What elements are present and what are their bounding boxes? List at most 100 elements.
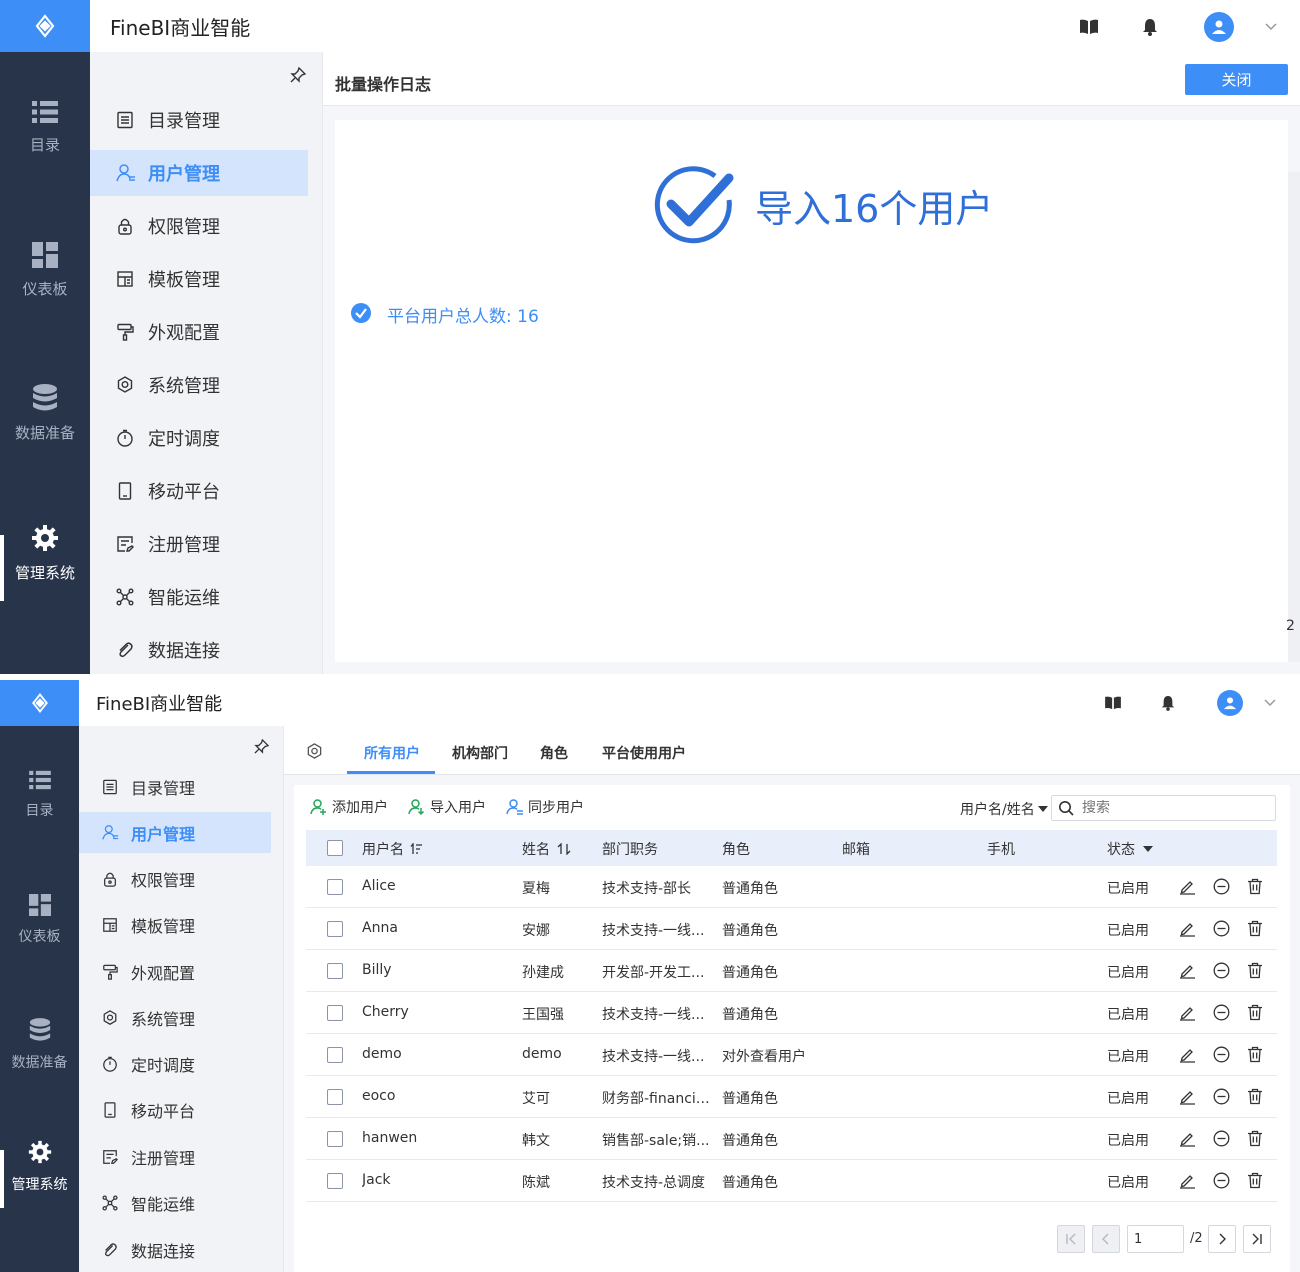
menu-item-ops[interactable]: 智能运维 — [79, 1184, 271, 1222]
tab-roles[interactable]: 角色 — [540, 743, 568, 763]
menu-item-users[interactable]: 用户管理 — [90, 150, 308, 196]
rail-item-catalog[interactable]: 目录 — [0, 770, 79, 820]
edit-icon[interactable] — [1179, 1172, 1196, 1189]
bell-icon[interactable] — [1142, 18, 1158, 36]
col-status[interactable]: 状态 — [1107, 839, 1153, 859]
search-field-selector[interactable]: 用户名/姓名 — [960, 799, 1048, 819]
disable-icon[interactable] — [1213, 878, 1230, 895]
rail-item-admin[interactable]: 管理系统 — [0, 1140, 79, 1194]
menu-item-data-connection[interactable]: 数据连接 — [90, 628, 308, 672]
logo[interactable] — [0, 680, 79, 726]
menu-item-mobile[interactable]: 移动平台 — [79, 1091, 271, 1129]
book-icon[interactable] — [1105, 696, 1121, 710]
search-input[interactable] — [1082, 800, 1262, 816]
table-row[interactable]: eoco 艾可 财务部-financial... 普通角色 已启用 — [306, 1076, 1277, 1118]
delete-icon[interactable] — [1247, 1046, 1263, 1063]
edit-icon[interactable] — [1179, 1088, 1196, 1105]
tab-platform-users[interactable]: 平台使用用户 — [602, 743, 686, 763]
menu-item-system[interactable]: 系统管理 — [90, 363, 308, 407]
menu-item-appearance[interactable]: 外观配置 — [90, 310, 308, 354]
row-checkbox[interactable] — [327, 1005, 343, 1021]
menu-item-scheduling[interactable]: 定时调度 — [90, 416, 308, 460]
menu-item-mobile[interactable]: 移动平台 — [90, 469, 308, 513]
row-checkbox[interactable] — [327, 921, 343, 937]
rail-item-dashboard[interactable]: 仪表板 — [0, 242, 90, 299]
table-row[interactable]: Jack 陈斌 技术支持-总调度 普通角色 已启用 — [306, 1160, 1277, 1202]
menu-item-registration[interactable]: 注册管理 — [79, 1138, 271, 1176]
table-row[interactable]: hanwen 韩文 销售部-sale;销... 普通角色 已启用 — [306, 1118, 1277, 1160]
rail-item-catalog[interactable]: 目录 — [0, 100, 90, 155]
table-row[interactable]: Alice 夏梅 技术支持-部长 普通角色 已启用 — [306, 866, 1277, 908]
pin-icon[interactable] — [290, 67, 306, 83]
row-checkbox[interactable] — [327, 1173, 343, 1189]
select-all-checkbox[interactable] — [327, 840, 343, 856]
menu-item-permissions[interactable]: 权限管理 — [79, 860, 271, 898]
sync-user-button[interactable]: 同步用户 — [506, 797, 584, 817]
disable-icon[interactable] — [1213, 1172, 1230, 1189]
tab-all-users[interactable]: 所有用户 — [364, 743, 420, 763]
menu-item-system[interactable]: 系统管理 — [79, 999, 271, 1037]
tab-departments[interactable]: 机构部门 — [452, 743, 508, 763]
chevron-down-icon[interactable] — [1264, 22, 1278, 32]
logo[interactable] — [0, 0, 90, 52]
disable-icon[interactable] — [1213, 1088, 1230, 1105]
rail-item-dashboard[interactable]: 仪表板 — [0, 894, 79, 946]
menu-item-ops[interactable]: 智能运维 — [90, 575, 308, 619]
avatar[interactable] — [1217, 690, 1243, 716]
book-icon[interactable] — [1080, 19, 1098, 35]
last-page-button[interactable] — [1243, 1225, 1271, 1253]
row-checkbox[interactable] — [327, 1089, 343, 1105]
first-page-button[interactable] — [1057, 1225, 1085, 1253]
edit-icon[interactable] — [1179, 1046, 1196, 1063]
delete-icon[interactable] — [1247, 920, 1263, 937]
menu-item-templates[interactable]: 模板管理 — [90, 257, 308, 301]
delete-icon[interactable] — [1247, 1004, 1263, 1021]
table-row[interactable]: demo demo 技术支持-一线... 对外查看用户 已启用 — [306, 1034, 1277, 1076]
prev-page-button[interactable] — [1092, 1225, 1120, 1253]
edit-icon[interactable] — [1179, 878, 1196, 895]
delete-icon[interactable] — [1247, 1088, 1263, 1105]
menu-item-permissions[interactable]: 权限管理 — [90, 204, 308, 248]
disable-icon[interactable] — [1213, 1046, 1230, 1063]
next-page-button[interactable] — [1208, 1225, 1236, 1253]
menu-item-appearance[interactable]: 外观配置 — [79, 953, 271, 991]
rail-item-data-prep[interactable]: 数据准备 — [0, 1018, 79, 1072]
menu-item-catalog[interactable]: 目录管理 — [90, 98, 308, 142]
table-row[interactable]: Billy 孙建成 开发部-开发工... 普通角色 已启用 — [306, 950, 1277, 992]
table-row[interactable]: Anna 安娜 技术支持-一线... 普通角色 已启用 — [306, 908, 1277, 950]
row-checkbox[interactable] — [327, 879, 343, 895]
delete-icon[interactable] — [1247, 1130, 1263, 1147]
pin-icon[interactable] — [254, 739, 269, 754]
settings-icon[interactable] — [306, 743, 323, 760]
menu-item-catalog[interactable]: 目录管理 — [79, 768, 271, 806]
rail-item-data-prep[interactable]: 数据准备 — [0, 384, 90, 443]
row-checkbox[interactable] — [327, 963, 343, 979]
edit-icon[interactable] — [1179, 920, 1196, 937]
col-name[interactable]: 姓名 — [522, 839, 571, 859]
disable-icon[interactable] — [1213, 1004, 1230, 1021]
avatar[interactable] — [1204, 12, 1234, 42]
rail-item-admin[interactable]: 管理系统 — [0, 524, 90, 583]
disable-icon[interactable] — [1213, 1130, 1230, 1147]
col-username[interactable]: 用户名 — [362, 839, 423, 859]
disable-icon[interactable] — [1213, 920, 1230, 937]
add-user-button[interactable]: 添加用户 — [310, 797, 388, 817]
menu-item-users[interactable]: 用户管理 — [79, 812, 271, 853]
edit-icon[interactable] — [1179, 1130, 1196, 1147]
edit-icon[interactable] — [1179, 1004, 1196, 1021]
page-number-input[interactable]: 1 — [1127, 1225, 1184, 1253]
bell-icon[interactable] — [1161, 695, 1175, 711]
menu-item-registration[interactable]: 注册管理 — [90, 522, 308, 566]
edit-icon[interactable] — [1179, 962, 1196, 979]
delete-icon[interactable] — [1247, 1172, 1263, 1189]
disable-icon[interactable] — [1213, 962, 1230, 979]
delete-icon[interactable] — [1247, 962, 1263, 979]
menu-item-scheduling[interactable]: 定时调度 — [79, 1045, 271, 1083]
table-row[interactable]: Cherry 王国强 技术支持-一线... 普通角色 已启用 — [306, 992, 1277, 1034]
menu-item-data-connection[interactable]: 数据连接 — [79, 1231, 271, 1269]
menu-item-templates[interactable]: 模板管理 — [79, 906, 271, 944]
close-button[interactable]: 关闭 — [1185, 64, 1288, 95]
row-checkbox[interactable] — [327, 1047, 343, 1063]
chevron-down-icon[interactable] — [1263, 698, 1277, 708]
import-user-button[interactable]: 导入用户 — [408, 797, 486, 817]
